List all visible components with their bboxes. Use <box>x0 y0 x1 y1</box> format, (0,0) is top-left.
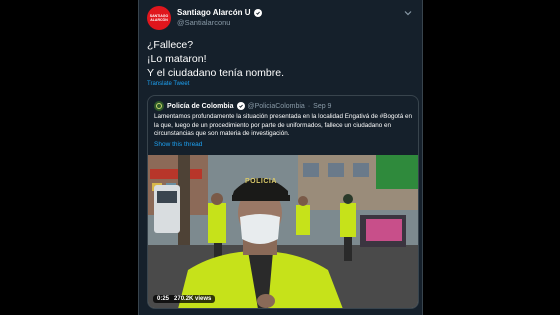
author-handle[interactable]: @Santialarconu <box>177 18 230 27</box>
avatar[interactable]: SANTIAGO ALARCÓN <box>147 6 171 30</box>
video-views: 270.2K views <box>174 296 212 302</box>
separator: · <box>307 102 311 110</box>
cap-text: POLICIA <box>245 178 277 185</box>
translate-tweet-link[interactable]: Translate Tweet <box>147 81 189 87</box>
quoted-tweet[interactable]: Policía de Colombia @PoliciaColombia · S… <box>147 95 419 309</box>
author-name-row: Santiago Alarcón U <box>177 8 262 17</box>
video-stats-badge: 0:25 270.2K views <box>153 295 216 303</box>
tweet-header: SANTIAGO ALARCÓN Santiago Alarcón U @San… <box>147 6 417 32</box>
quoted-author-name[interactable]: Policía de Colombia <box>167 103 234 110</box>
tweet-line: ¿Fallece? <box>147 39 194 51</box>
tweet-line: ¡Lo mataron! <box>147 53 207 65</box>
avatar-text: SANTIAGO ALARCÓN <box>149 14 169 22</box>
author-name[interactable]: Santiago Alarcón U <box>177 8 251 17</box>
verified-icon <box>236 102 245 110</box>
verified-icon <box>253 8 262 17</box>
quoted-date[interactable]: Sep 9 <box>313 103 331 110</box>
tweet-text: ¿Fallece? ¡Lo mataron! Y el ciudadano te… <box>147 38 417 80</box>
show-thread-link[interactable]: Show this thread <box>154 141 202 148</box>
quoted-avatar[interactable] <box>154 101 164 111</box>
tweet-card: SANTIAGO ALARCÓN Santiago Alarcón U @San… <box>138 0 423 315</box>
chevron-down-icon[interactable] <box>403 8 413 18</box>
quoted-text: Lamentamos profundamente la situación pr… <box>154 113 413 138</box>
quoted-tweet-header: Policía de Colombia @PoliciaColombia · S… <box>154 101 331 111</box>
video-frame <box>148 155 418 308</box>
tweet-line: Y el ciudadano tenía nombre. <box>147 67 284 79</box>
video-duration: 0:25 <box>157 296 170 302</box>
quoted-author-handle[interactable]: @PoliciaColombia <box>248 103 305 110</box>
video-player[interactable]: POLICIA 0:25 270.2K views <box>148 155 418 308</box>
